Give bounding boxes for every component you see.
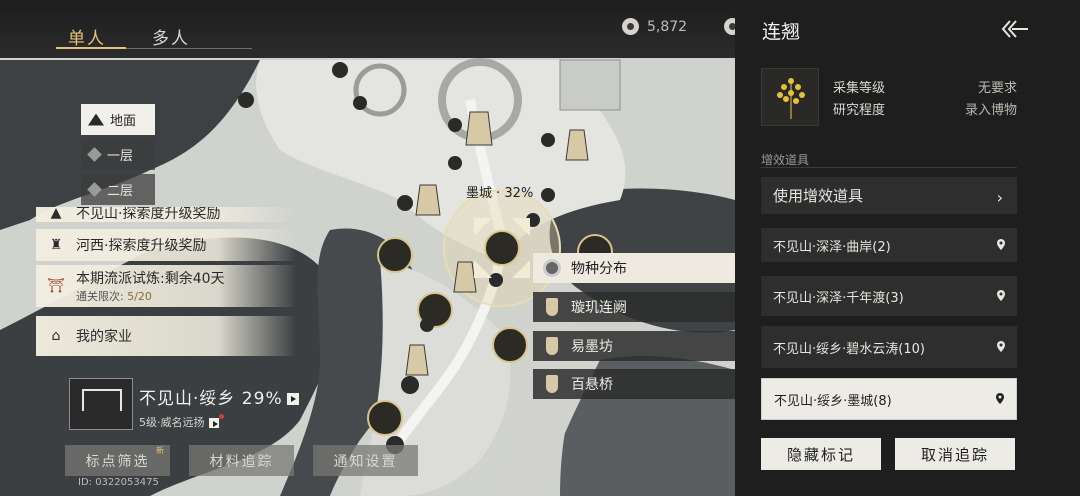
notification-dot: [218, 414, 224, 419]
marker-icon: [546, 337, 558, 355]
pin-icon: [997, 290, 1005, 301]
popup-label: 璇玑连阙: [571, 300, 627, 316]
location-row-selected[interactable]: 不见山·绥乡·墨城(8): [761, 378, 1017, 420]
button-label: 材料追踪: [209, 453, 274, 470]
quest-text: 我的家业: [76, 329, 132, 345]
marker-icon: [546, 375, 558, 393]
floor-selector: 地面 一层 二层: [81, 104, 155, 205]
location-name: 不见山·绥乡 29%: [139, 389, 283, 409]
research-value: 录入博物: [964, 103, 1017, 118]
location-emblem[interactable]: [69, 378, 133, 430]
tower-icon: ▲: [50, 207, 62, 221]
tab-single-player[interactable]: 单人: [68, 24, 106, 49]
marker-icon: [546, 298, 558, 316]
tower-icon: ♜: [49, 237, 63, 253]
location-row[interactable]: 不见山·深泽·千年渡(3): [761, 276, 1017, 316]
button-label: 标点筛选: [85, 453, 150, 470]
use-boost-button[interactable]: 使用增效道具 ›: [761, 177, 1017, 214]
diamond-icon: [87, 147, 102, 162]
currency-display: 5,872: [622, 18, 687, 35]
quest-text: 不见山·探索度升级奖励: [76, 207, 221, 222]
tab-underline: [56, 47, 252, 49]
item-detail-panel: 连翘 采集等级 无要求 研究程度 录入博物 增效道具 使用增效道具 › 不见山·…: [735, 0, 1080, 496]
notify-settings-button[interactable]: 通知设置: [313, 445, 418, 476]
divider: [761, 167, 1017, 168]
gather-level-value: 无要求: [977, 81, 1017, 96]
quest-row-hexi[interactable]: ♜ 河西·探索度升级奖励: [36, 229, 296, 261]
chevron-right-icon: ›: [996, 187, 1003, 207]
floor-label: 二层: [107, 184, 134, 199]
popup-xuanji[interactable]: 璇玑连阙: [533, 292, 735, 322]
button-label: 使用增效道具: [773, 187, 864, 205]
gather-level-label: 采集等级: [833, 81, 886, 96]
floor-one[interactable]: 一层: [81, 139, 155, 170]
location-text: 不见山·绥乡·墨城(8): [774, 393, 892, 409]
trial-limit: 通关限次: 5/20: [76, 290, 152, 303]
region-label: 墨城 · 32%: [466, 186, 534, 201]
quest-row-partial[interactable]: ▲ 不见山·探索度升级奖励: [36, 207, 296, 222]
forsythia-icon: [777, 78, 805, 119]
coin-icon: [622, 18, 639, 35]
species-icon: [543, 259, 561, 277]
player-id: ID: 0322053475: [78, 477, 159, 488]
popup-species-distribution[interactable]: 物种分布: [533, 253, 735, 283]
cancel-tracking-button[interactable]: 取消追踪: [895, 438, 1015, 470]
location-title[interactable]: 不见山·绥乡 29%: [139, 384, 299, 409]
arrow-right-icon: [286, 393, 299, 405]
quest-row-trial[interactable]: ⛩ 本期流派试炼:剩余40天 通关限次: 5/20: [36, 265, 296, 307]
currency-display-2: [724, 18, 735, 35]
location-text: 不见山·绥乡·碧水云涛(10): [773, 341, 925, 357]
popup-label: 物种分布: [571, 261, 627, 277]
reputation-text: 5级·威名远扬: [139, 416, 205, 429]
floor-label: 地面: [110, 114, 137, 129]
world-map[interactable]: 单人 多人 5,872 墨城 · 32% 地面 一层 二层 ▲ 不见山·探索度升…: [0, 0, 735, 496]
location-sub[interactable]: 5级·威名远扬: [139, 414, 224, 430]
tab-multiplayer[interactable]: 多人: [152, 24, 190, 49]
new-badge: 新: [156, 446, 166, 455]
popup-yimofang[interactable]: 易墨坊: [533, 331, 735, 361]
marker-filter-button[interactable]: 标点筛选 新: [65, 445, 170, 476]
floor-two[interactable]: 二层: [81, 174, 155, 205]
button-label: 通知设置: [333, 453, 398, 470]
pin-icon: [997, 239, 1005, 250]
quest-text: 河西·探索度升级奖励: [76, 238, 207, 254]
location-text: 不见山·深泽·曲岸(2): [773, 239, 891, 255]
item-title: 连翘: [762, 21, 801, 43]
mountain-icon: [88, 113, 104, 126]
quest-row-home[interactable]: ⌂ 我的家业: [36, 316, 296, 356]
home-icon: ⌂: [51, 328, 61, 344]
back-arrow-icon[interactable]: [1000, 18, 1028, 40]
location-text: 不见山·深泽·千年渡(3): [773, 290, 904, 306]
section-boost-items: 增效道具: [761, 153, 810, 167]
popup-label: 百悬桥: [571, 377, 613, 393]
floor-label: 一层: [107, 149, 134, 164]
pin-icon: [997, 341, 1005, 352]
research-label: 研究程度: [833, 103, 886, 118]
arrow-right-icon: [208, 418, 219, 428]
pin-icon: [996, 393, 1004, 404]
diamond-icon: [87, 182, 102, 197]
torii-icon: ⛩: [47, 278, 65, 294]
item-thumbnail: [761, 68, 819, 126]
popup-label: 易墨坊: [571, 339, 613, 355]
location-row[interactable]: 不见山·深泽·曲岸(2): [761, 228, 1017, 262]
currency-amount: 5,872: [647, 18, 688, 35]
hide-markers-button[interactable]: 隐藏标记: [761, 438, 881, 470]
gate-icon: [82, 389, 122, 411]
location-row[interactable]: 不见山·绥乡·碧水云涛(10): [761, 326, 1017, 368]
popup-baixuanqiao[interactable]: 百悬桥: [533, 369, 735, 399]
coin-icon: [724, 18, 735, 35]
floor-ground[interactable]: 地面: [81, 104, 155, 135]
material-track-button[interactable]: 材料追踪: [189, 445, 294, 476]
quest-text: 本期流派试炼:剩余40天: [76, 271, 225, 287]
